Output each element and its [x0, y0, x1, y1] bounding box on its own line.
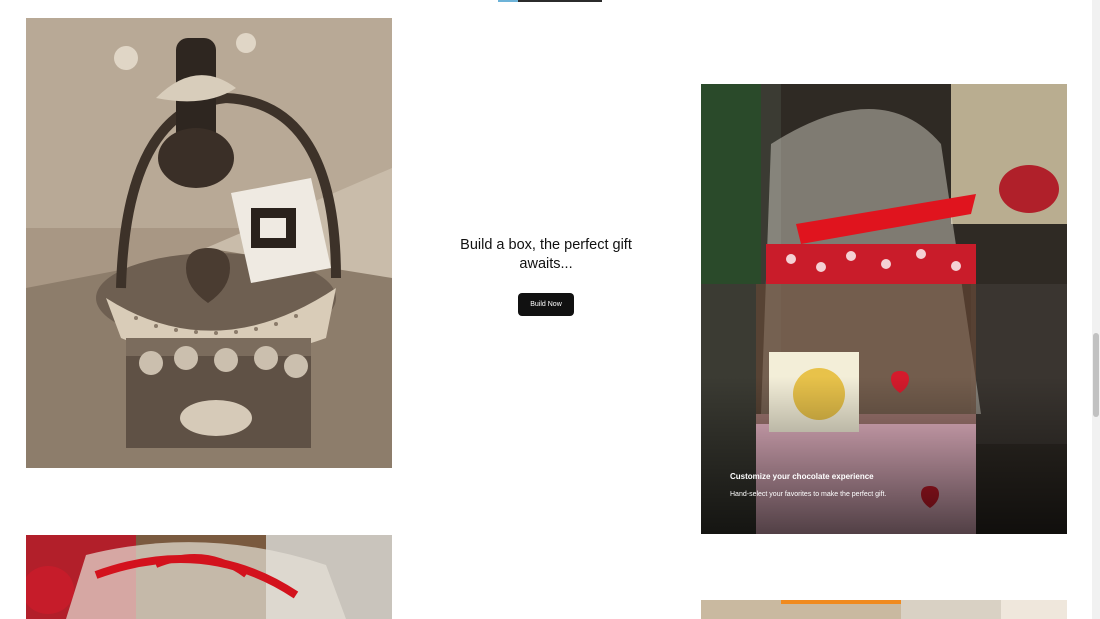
- valentine-box-image: [701, 84, 1067, 534]
- feature-card-title: Customize your chocolate experience: [730, 472, 874, 481]
- feature-card-subtitle: Hand-select your favorites to make the p…: [730, 491, 887, 498]
- scrollbar-thumb[interactable]: [1093, 333, 1099, 417]
- chocolate-box-image: [701, 600, 1067, 619]
- chocolate-box-photo: [701, 600, 1067, 619]
- sepia-gift-basket-image: [26, 18, 392, 468]
- cta-heading: Build a box, the perfect gift awaits...: [460, 237, 632, 272]
- build-box-cta: Build a box, the perfect gift awaits... …: [446, 236, 646, 316]
- red-ribbon-basket-image: [26, 535, 392, 619]
- page-scrollbar[interactable]: [1092, 0, 1100, 619]
- carousel-progress-active: [498, 0, 518, 2]
- build-now-button[interactable]: Build Now: [518, 293, 574, 316]
- valentine-box-photo[interactable]: Customize your chocolate experience Hand…: [701, 84, 1067, 534]
- red-ribbon-basket-photo: [26, 535, 392, 619]
- sepia-gift-basket-photo: [26, 18, 392, 468]
- carousel-progress-indicator: [498, 0, 602, 2]
